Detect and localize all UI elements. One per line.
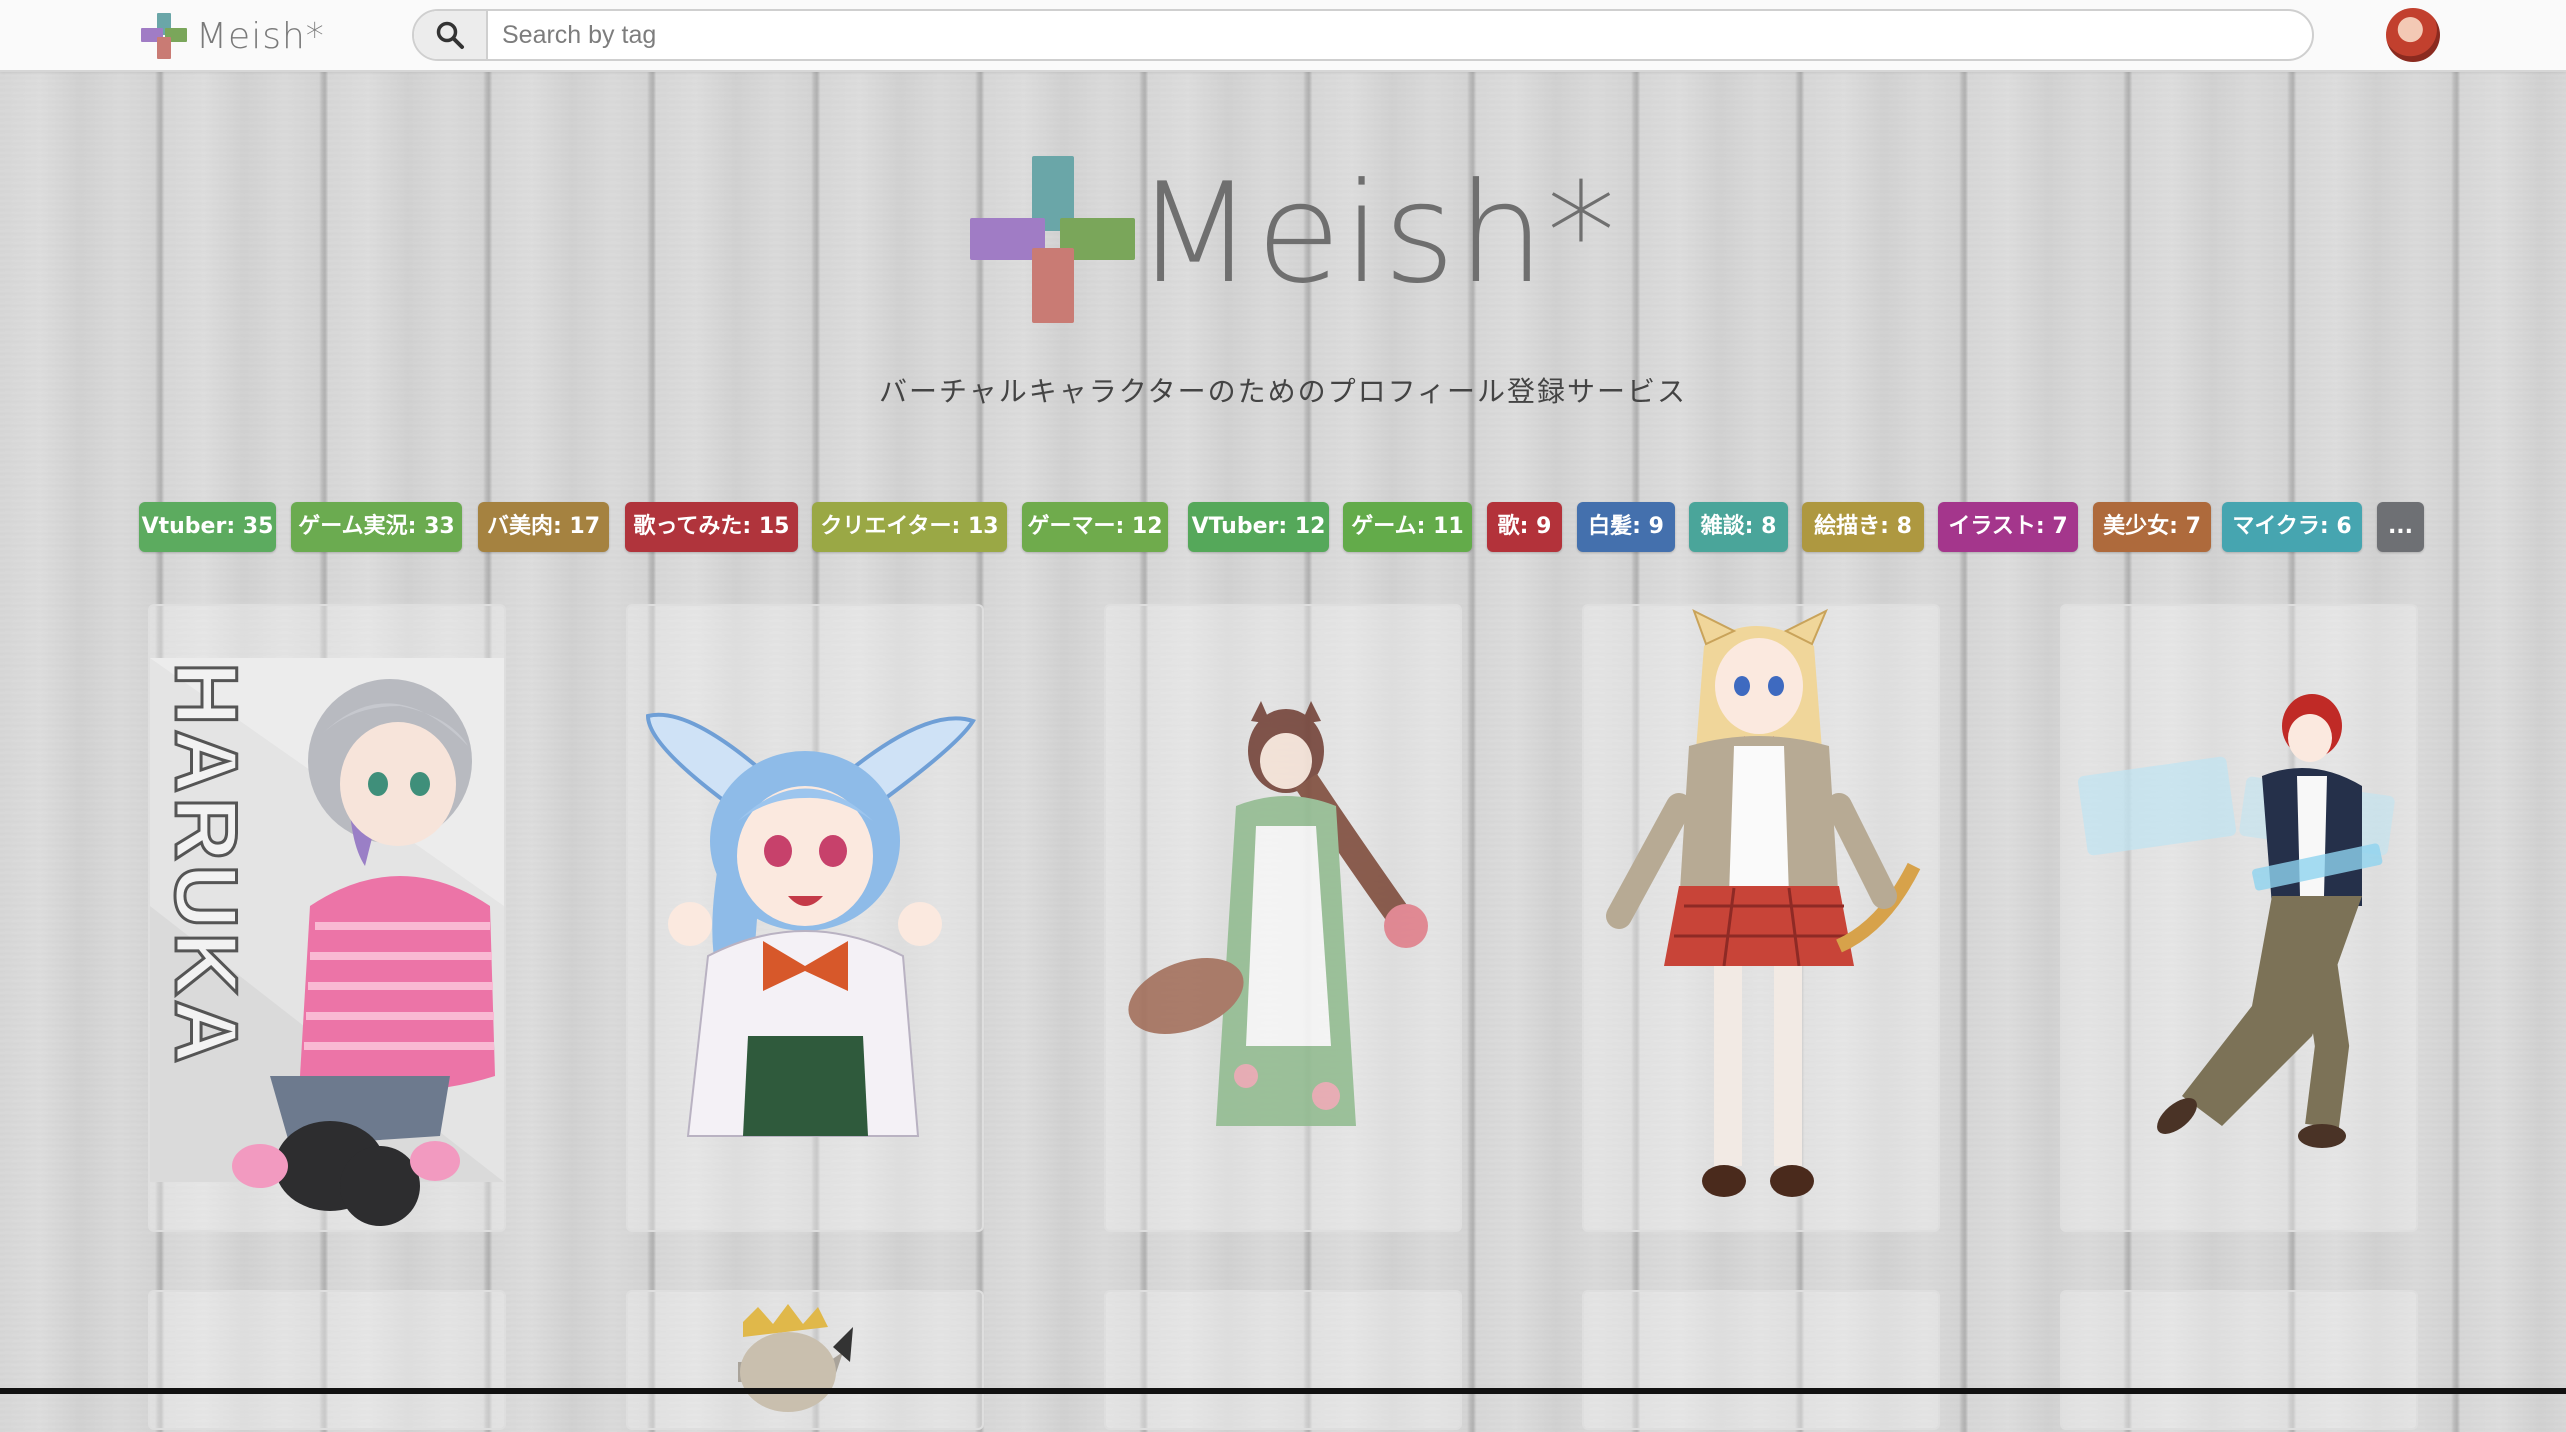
tag-hakuhatsu[interactable]: 白髪: 9 bbox=[1577, 502, 1675, 552]
tag-game[interactable]: ゲーム: 11 bbox=[1343, 502, 1472, 552]
character-illustration bbox=[738, 1304, 853, 1412]
hero-logo-text: Meish* bbox=[1135, 152, 1618, 314]
tag-bishoujo[interactable]: 美少女: 7 bbox=[2093, 502, 2211, 552]
character-card-redhair[interactable] bbox=[2060, 604, 2418, 1232]
tag-ekaki[interactable]: 絵描き: 8 bbox=[1802, 502, 1924, 552]
character-card-kimono[interactable] bbox=[1104, 604, 1462, 1232]
more-tags-button[interactable]: ... bbox=[2377, 502, 2424, 552]
brand-name: Meish* bbox=[196, 15, 325, 57]
window-bottom-edge bbox=[0, 1388, 2566, 1394]
tag-vtuber-2[interactable]: VTuber: 12 bbox=[1188, 502, 1329, 552]
tag-utattemita[interactable]: 歌ってみた: 15 bbox=[625, 502, 798, 552]
character-card-row2-3[interactable] bbox=[1104, 1290, 1462, 1430]
character-illustration bbox=[645, 712, 977, 1137]
search-button[interactable] bbox=[414, 11, 488, 59]
tag-gamer[interactable]: ゲーマー: 12 bbox=[1022, 502, 1168, 552]
tag-vtuber[interactable]: Vtuber: 35 bbox=[139, 502, 276, 552]
tag-babiniku[interactable]: バ美肉: 17 bbox=[478, 502, 609, 552]
brand-logo-link[interactable]: Meish* bbox=[138, 10, 325, 62]
character-card-row2-4[interactable] bbox=[1582, 1290, 1940, 1430]
tag-illust[interactable]: イラスト: 7 bbox=[1938, 502, 2078, 552]
search-input[interactable] bbox=[488, 11, 2312, 59]
character-illustration bbox=[1606, 608, 1921, 1197]
tag-maikura[interactable]: マイクラ: 6 bbox=[2222, 502, 2362, 552]
tag-zatsudan[interactable]: 雑談: 8 bbox=[1689, 502, 1788, 552]
tag-creator[interactable]: クリエイター: 13 bbox=[812, 502, 1007, 552]
tag-game-jikkyou[interactable]: ゲーム実況: 33 bbox=[291, 502, 462, 552]
haruka-caption: HARUKA bbox=[157, 662, 256, 1067]
tag-search-bar bbox=[412, 9, 2314, 61]
hero-tagline: バーチャルキャラクターのためのプロフィール登録サービス bbox=[878, 375, 1688, 408]
tag-uta[interactable]: 歌: 9 bbox=[1487, 502, 1562, 552]
user-avatar[interactable] bbox=[2386, 8, 2440, 62]
character-card-row2-5[interactable] bbox=[2060, 1290, 2418, 1430]
character-illustration bbox=[1128, 701, 1428, 1126]
character-card-row2-2[interactable] bbox=[626, 1290, 984, 1430]
character-card-row2-1[interactable] bbox=[148, 1290, 506, 1430]
top-navbar: Meish* bbox=[0, 0, 2566, 72]
character-illustration: HARUKA bbox=[150, 658, 504, 1226]
hero-logo: Meish* bbox=[968, 152, 1616, 327]
character-card-bunny[interactable] bbox=[626, 604, 984, 1232]
meish-hero-logo-icon bbox=[970, 156, 1135, 323]
meish-logo-icon bbox=[141, 13, 187, 59]
character-card-catgirl[interactable] bbox=[1582, 604, 1940, 1232]
character-illustration bbox=[2077, 694, 2395, 1148]
character-card-haruka[interactable]: HARUKA bbox=[148, 604, 506, 1232]
search-icon bbox=[436, 21, 464, 49]
